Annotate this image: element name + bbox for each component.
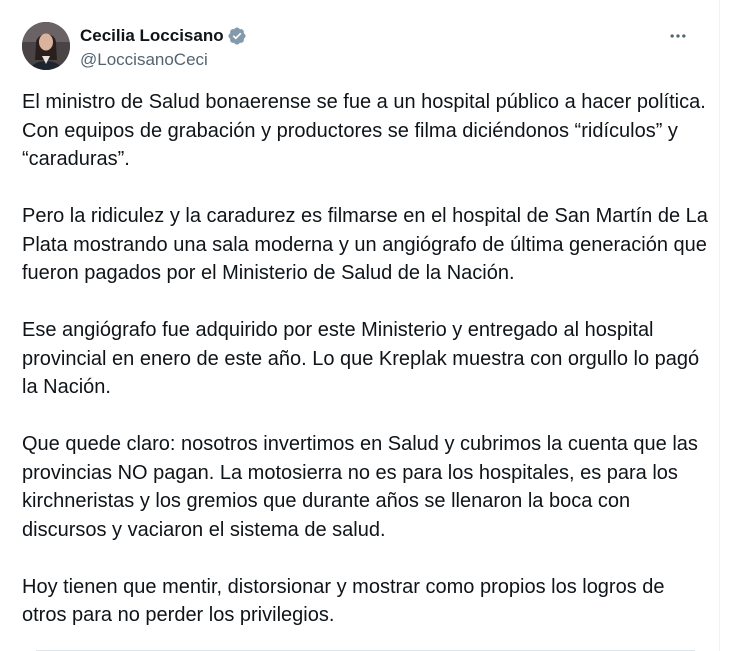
avatar[interactable]	[22, 22, 70, 70]
tweet-paragraph: Pero la ridiculez y la caradurez es film…	[22, 205, 708, 284]
more-options-button[interactable]	[661, 22, 695, 50]
author-block: Cecilia Loccisano @LoccisanoCeci	[80, 25, 247, 71]
more-horizontal-icon	[670, 34, 686, 38]
author-name[interactable]: Cecilia Loccisano	[80, 25, 224, 47]
tweet-paragraph: Hoy tienen que mentir, distorsionar y mo…	[22, 575, 665, 627]
tweet: Cecilia Loccisano @LoccisanoCeci El mini…	[0, 0, 720, 651]
tweet-paragraph: Ese angiógrafo fue adquirido por este Mi…	[22, 319, 700, 398]
author-name-row: Cecilia Loccisano	[80, 25, 247, 47]
tweet-text: El ministro de Salud bonaerense se fue a…	[22, 88, 712, 651]
author-handle[interactable]: @LoccisanoCeci	[80, 49, 247, 71]
verified-badge-icon[interactable]	[227, 26, 247, 46]
tweet-header: Cecilia Loccisano @LoccisanoCeci	[22, 22, 703, 74]
tweet-paragraph: Que quede claro: nosotros invertimos en …	[22, 433, 698, 541]
tweet-paragraph: El ministro de Salud bonaerense se fue a…	[22, 91, 706, 170]
